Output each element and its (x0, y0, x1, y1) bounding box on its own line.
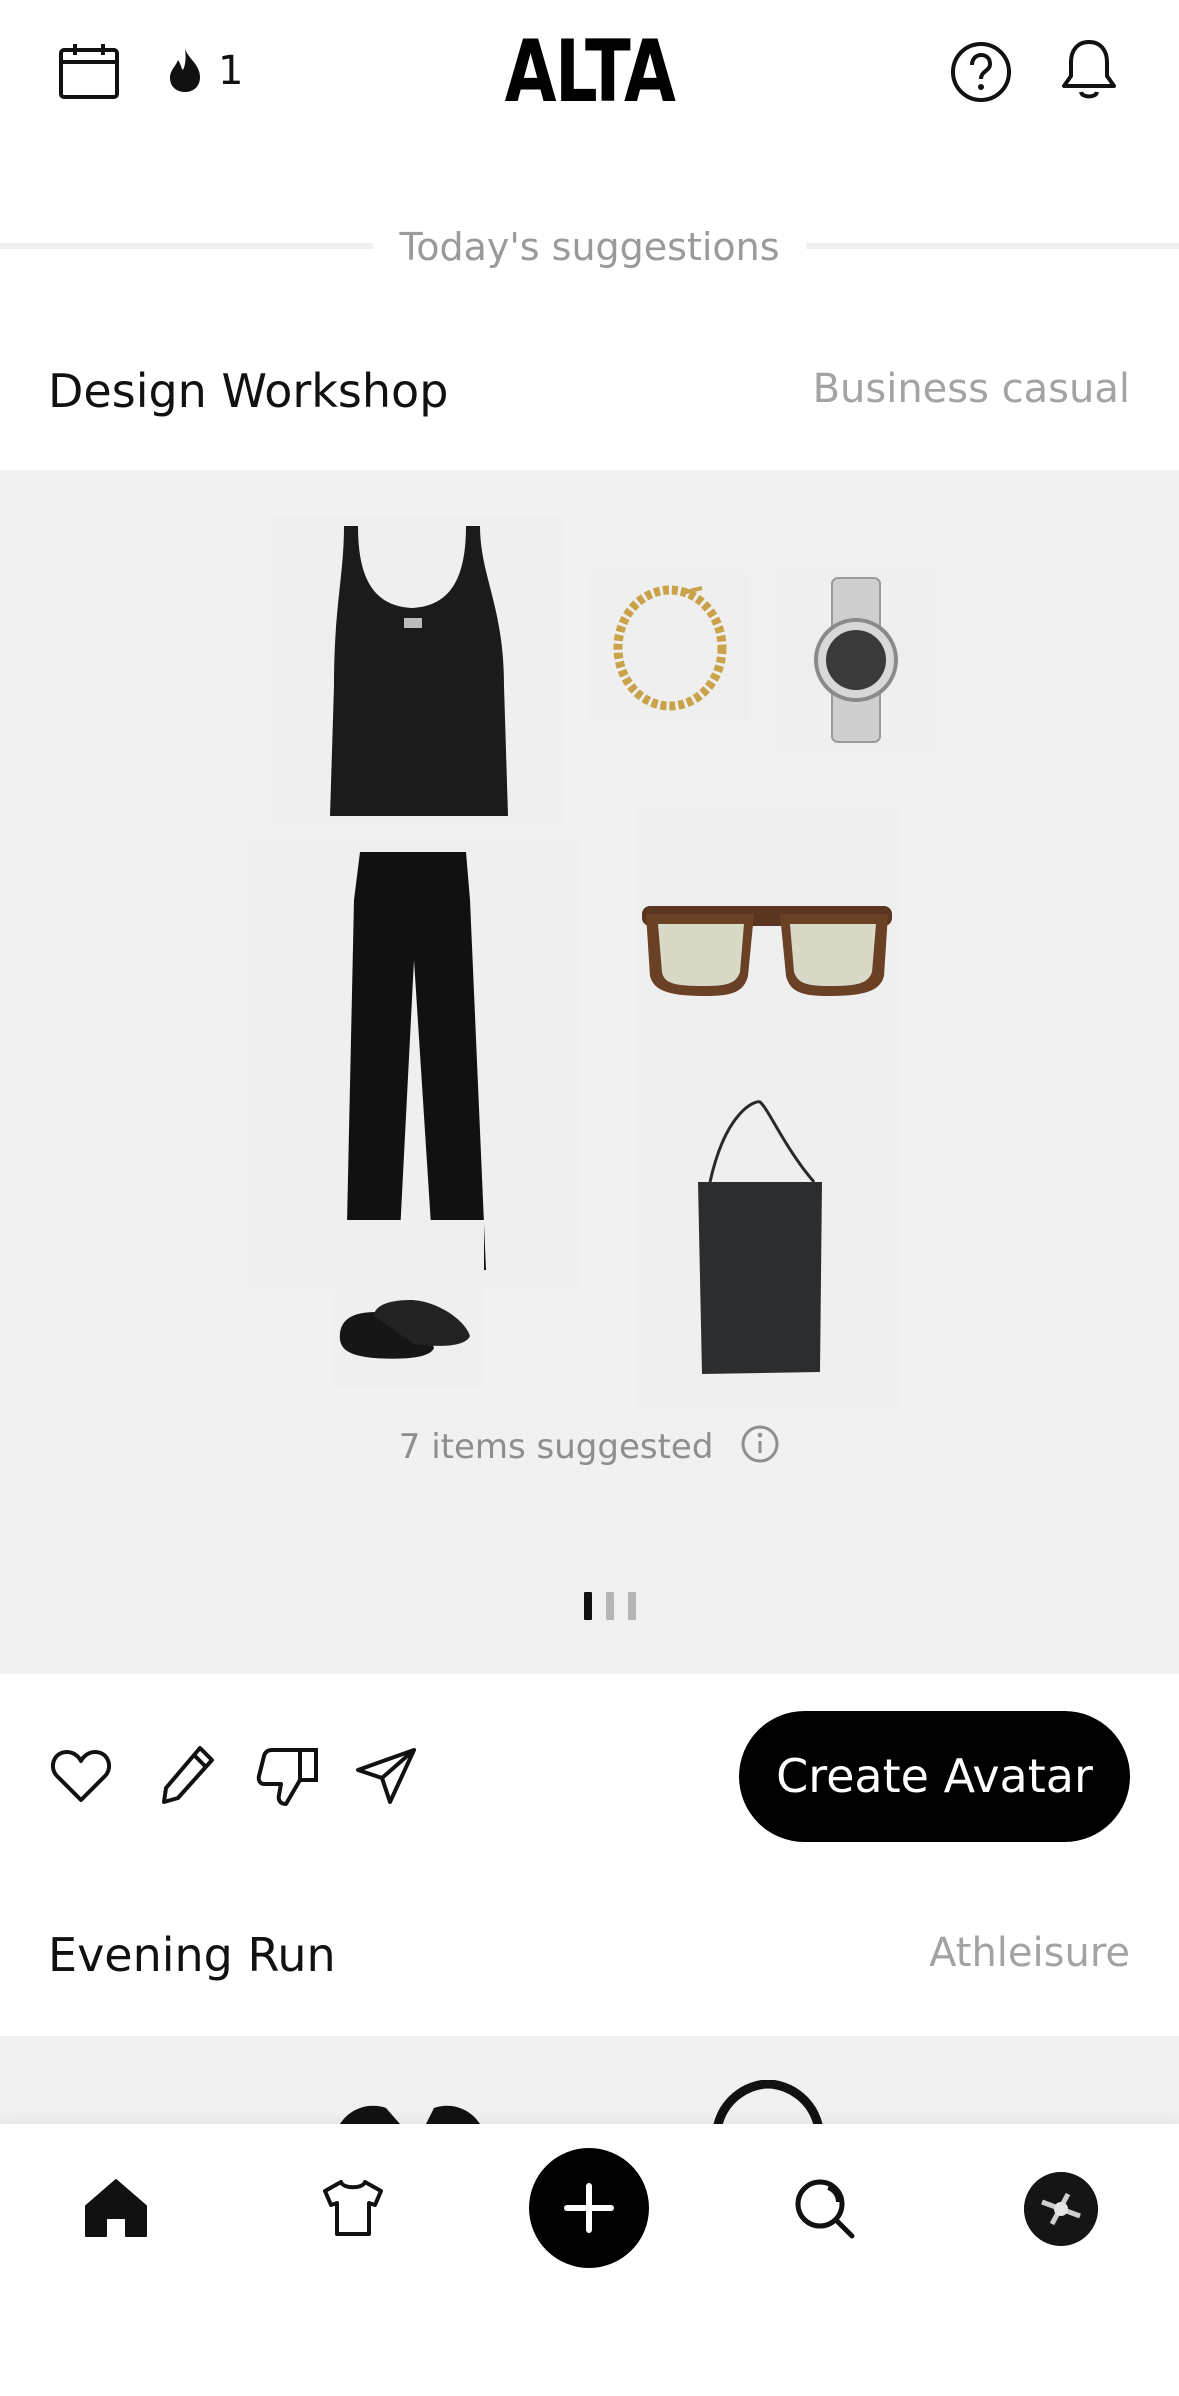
profile-avatar[interactable] (1024, 2172, 1098, 2246)
pencil-icon[interactable] (160, 1744, 216, 1806)
divider-label: Today's suggestions (373, 225, 806, 269)
heart-icon[interactable] (50, 1746, 112, 1804)
help-icon[interactable] (950, 41, 1012, 103)
info-icon[interactable] (740, 1424, 780, 1464)
suggestions-divider: Today's suggestions (0, 225, 1179, 269)
event-style-tag: Business casual (812, 366, 1130, 412)
search-icon (792, 2176, 856, 2240)
event-title: Design Workshop (48, 364, 449, 418)
thumbs-down-icon[interactable] (256, 1746, 320, 1808)
home-icon (84, 2178, 148, 2238)
nav-wardrobe[interactable] (293, 2148, 413, 2268)
shirt-icon (321, 2179, 385, 2237)
outfit-item-tote-bag[interactable] (636, 1090, 898, 1410)
outfit-item-bracelet[interactable] (590, 570, 750, 720)
outfit-item-watch[interactable] (776, 570, 936, 750)
items-suggested-row[interactable]: 7 items suggested (0, 1424, 1179, 1467)
nav-home[interactable] (56, 2148, 176, 2268)
calendar-icon[interactable] (58, 42, 120, 100)
event-style-tag: Athleisure (929, 1930, 1130, 1976)
nav-search[interactable] (764, 2148, 884, 2268)
app-logo: ALTA (504, 22, 676, 122)
carousel-dot (606, 1592, 614, 1620)
bell-icon[interactable] (1060, 38, 1118, 102)
outfit-item-tank-top[interactable] (272, 516, 562, 826)
create-avatar-button[interactable]: Create Avatar (739, 1711, 1130, 1842)
carousel-indicator (584, 1592, 644, 1620)
carousel-dot-active (584, 1592, 592, 1620)
top-bar: 1 ALTA (0, 0, 1179, 150)
add-button[interactable] (529, 2148, 649, 2268)
items-suggested-text: 7 items suggested (398, 1427, 714, 1467)
event-title: Evening Run (48, 1928, 336, 1982)
send-icon[interactable] (354, 1746, 418, 1806)
plus-icon (563, 2182, 615, 2234)
carousel-dot (628, 1592, 636, 1620)
outfit-card[interactable]: 7 items suggested (0, 470, 1179, 1674)
outfit-item-loafers[interactable] (334, 1220, 484, 1388)
